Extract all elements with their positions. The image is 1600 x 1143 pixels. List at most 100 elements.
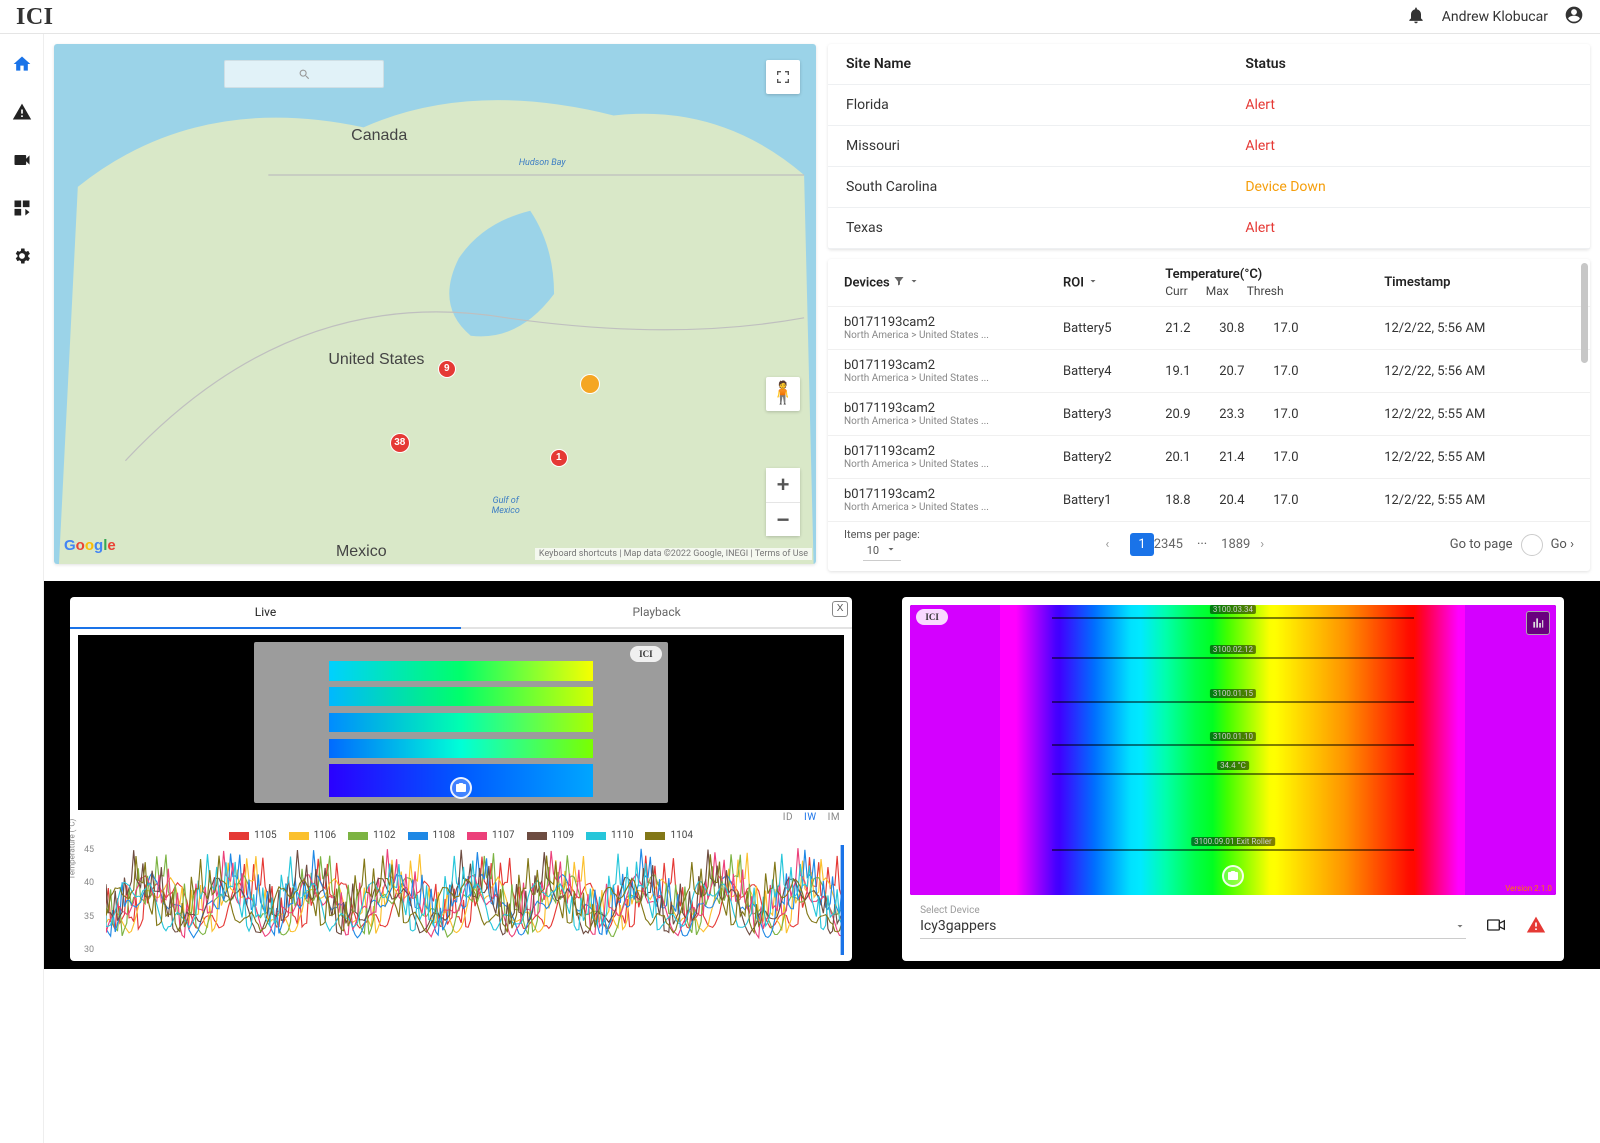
ici-badge: ICI xyxy=(916,609,948,625)
device-row[interactable]: b0171193cam2North America > United State… xyxy=(828,307,1590,350)
temperature-chart[interactable]: Temperature (°C) 45 40 35 30 xyxy=(106,845,844,955)
device-row[interactable]: b0171193cam2North America > United State… xyxy=(828,350,1590,393)
tab-live[interactable]: Live xyxy=(70,597,461,629)
legend-item[interactable]: 1108 xyxy=(408,830,455,841)
device-name: b0171193cam2 xyxy=(844,401,935,416)
roi-marker[interactable]: 3100.09.01 Exit Roller xyxy=(1052,849,1414,851)
page-prev-button[interactable]: ‹ xyxy=(1098,537,1116,552)
goto-input[interactable] xyxy=(1521,534,1543,556)
page-button[interactable]: 1 xyxy=(1130,533,1153,556)
map-marker[interactable] xyxy=(581,375,599,393)
roi-marker[interactable]: 3100.02.12 xyxy=(1052,657,1414,659)
map-streetview-icon[interactable]: 🧍 xyxy=(766,377,800,411)
nav-alerts-icon[interactable] xyxy=(12,102,32,126)
page-button[interactable]: 4 xyxy=(1168,537,1175,552)
map-marker[interactable]: 1 xyxy=(551,450,567,466)
filter-icon[interactable] xyxy=(893,275,905,291)
avatar-icon[interactable] xyxy=(1564,5,1584,29)
nav-home-icon[interactable] xyxy=(12,54,32,78)
close-panel-button[interactable]: X xyxy=(832,601,848,617)
device-roi: Battery5 xyxy=(1063,321,1165,336)
map-search-input[interactable] xyxy=(224,60,384,88)
capture-button[interactable] xyxy=(1222,865,1244,887)
nav-settings-icon[interactable] xyxy=(12,246,32,270)
site-name: Missouri xyxy=(846,138,1245,154)
items-per-page[interactable]: Items per page: 10 xyxy=(844,528,920,561)
goto-button[interactable]: Go › xyxy=(1551,537,1574,552)
device-select-value: Icy3gappers xyxy=(920,918,996,934)
device-row[interactable]: b0171193cam2North America > United State… xyxy=(828,436,1590,479)
map-zoom-controls: + − xyxy=(766,468,800,536)
roi-marker[interactable]: 3100.03.34 xyxy=(1052,617,1414,619)
map-fullscreen-button[interactable] xyxy=(766,60,800,94)
devices-header[interactable]: Devices xyxy=(844,275,890,290)
device-timestamp: 12/2/22, 5:56 AM xyxy=(1384,321,1574,336)
temp-thresh-header: Thresh xyxy=(1247,284,1284,298)
temp-max: 20.7 xyxy=(1219,364,1255,379)
temp-max: 23.3 xyxy=(1219,407,1255,422)
map-marker[interactable]: 9 xyxy=(439,361,455,377)
device-row[interactable]: b0171193cam2North America > United State… xyxy=(828,393,1590,436)
map-label-country: Canada xyxy=(351,127,407,145)
scrollbar-thumb[interactable] xyxy=(1581,263,1588,363)
site-status: Device Down xyxy=(1245,179,1572,195)
temp-max: 20.4 xyxy=(1219,493,1255,508)
legend-item[interactable]: 1107 xyxy=(467,830,514,841)
legend-item[interactable]: 1109 xyxy=(527,830,574,841)
brand-logo: ICI xyxy=(16,5,54,29)
legend-item[interactable]: 1102 xyxy=(348,830,395,841)
page-next-button[interactable]: › xyxy=(1253,537,1271,552)
chart-toggle-icon[interactable] xyxy=(1526,611,1550,635)
live-view[interactable]: ICI xyxy=(78,635,844,810)
temp-max: 21.4 xyxy=(1219,450,1255,465)
page-button[interactable]: 5 xyxy=(1176,537,1183,552)
temp-curr: 20.9 xyxy=(1165,407,1201,422)
timestamp-header: Timestamp xyxy=(1384,275,1574,290)
nav-widgets-icon[interactable] xyxy=(12,198,32,222)
site-row[interactable]: Missouri Alert xyxy=(828,126,1590,167)
page-last-button[interactable]: 1889 xyxy=(1221,537,1239,552)
temp-curr: 19.1 xyxy=(1165,364,1201,379)
map-marker[interactable]: 38 xyxy=(391,434,409,452)
map-panel[interactable]: Canada United States Mexico Hudson Bay G… xyxy=(54,44,816,564)
camera-icon[interactable] xyxy=(1484,915,1508,939)
notifications-icon[interactable] xyxy=(1406,5,1426,29)
map-label-water: Hudson Bay xyxy=(519,158,566,168)
legend-item[interactable]: 1105 xyxy=(229,830,276,841)
capture-button[interactable] xyxy=(450,777,472,799)
device-select[interactable]: Select Device Icy3gappers xyxy=(920,905,1466,939)
roi-header[interactable]: ROI xyxy=(1063,275,1084,290)
roi-marker[interactable]: 34.4 °C xyxy=(1052,773,1414,775)
temp-thresh: 17.0 xyxy=(1273,493,1309,508)
nav-camera-icon[interactable] xyxy=(12,150,32,174)
site-status: Alert xyxy=(1245,220,1572,236)
caret-down-icon xyxy=(1454,920,1466,932)
site-row[interactable]: Texas Alert xyxy=(828,208,1590,249)
device-timestamp: 12/2/22, 5:55 AM xyxy=(1384,450,1574,465)
sort-icon[interactable] xyxy=(1087,275,1099,291)
thermal-image[interactable]: ICI 3100.03.34 3100.02.12 3100.01.15 3100.0… xyxy=(910,605,1556,895)
roi-label: 3100.01.10 xyxy=(1210,732,1256,741)
sort-icon[interactable] xyxy=(908,275,920,291)
map-zoom-in-button[interactable]: + xyxy=(766,468,800,502)
legend-swatch xyxy=(467,832,487,840)
site-row[interactable]: South Carolina Device Down xyxy=(828,167,1590,208)
pagination: ‹ 12345 ··· 1889 › xyxy=(1098,537,1271,552)
legend-item[interactable]: 1106 xyxy=(289,830,336,841)
alert-icon[interactable] xyxy=(1526,915,1546,939)
roi-marker[interactable]: 3100.01.15 xyxy=(1052,701,1414,703)
page-button[interactable]: 2 xyxy=(1154,537,1161,552)
device-path: North America > United States ... xyxy=(844,459,1063,470)
tab-playback[interactable]: Playback xyxy=(461,597,852,627)
map-zoom-out-button[interactable]: − xyxy=(766,502,800,536)
device-path: North America > United States ... xyxy=(844,330,1063,341)
legend-item[interactable]: 1110 xyxy=(586,830,633,841)
device-row[interactable]: b0171193cam2North America > United State… xyxy=(828,479,1590,522)
site-row[interactable]: Florida Alert xyxy=(828,85,1590,126)
view-mode-toggle[interactable]: ID IW IM xyxy=(70,810,852,825)
temp-thresh: 17.0 xyxy=(1273,364,1309,379)
roi-marker[interactable]: 3100.01.10 xyxy=(1052,744,1414,746)
legend-item[interactable]: 1104 xyxy=(645,830,692,841)
roi-label: 3100.03.34 xyxy=(1210,605,1256,614)
camera-panels-row: X Live Playback ICI xyxy=(44,581,1600,969)
